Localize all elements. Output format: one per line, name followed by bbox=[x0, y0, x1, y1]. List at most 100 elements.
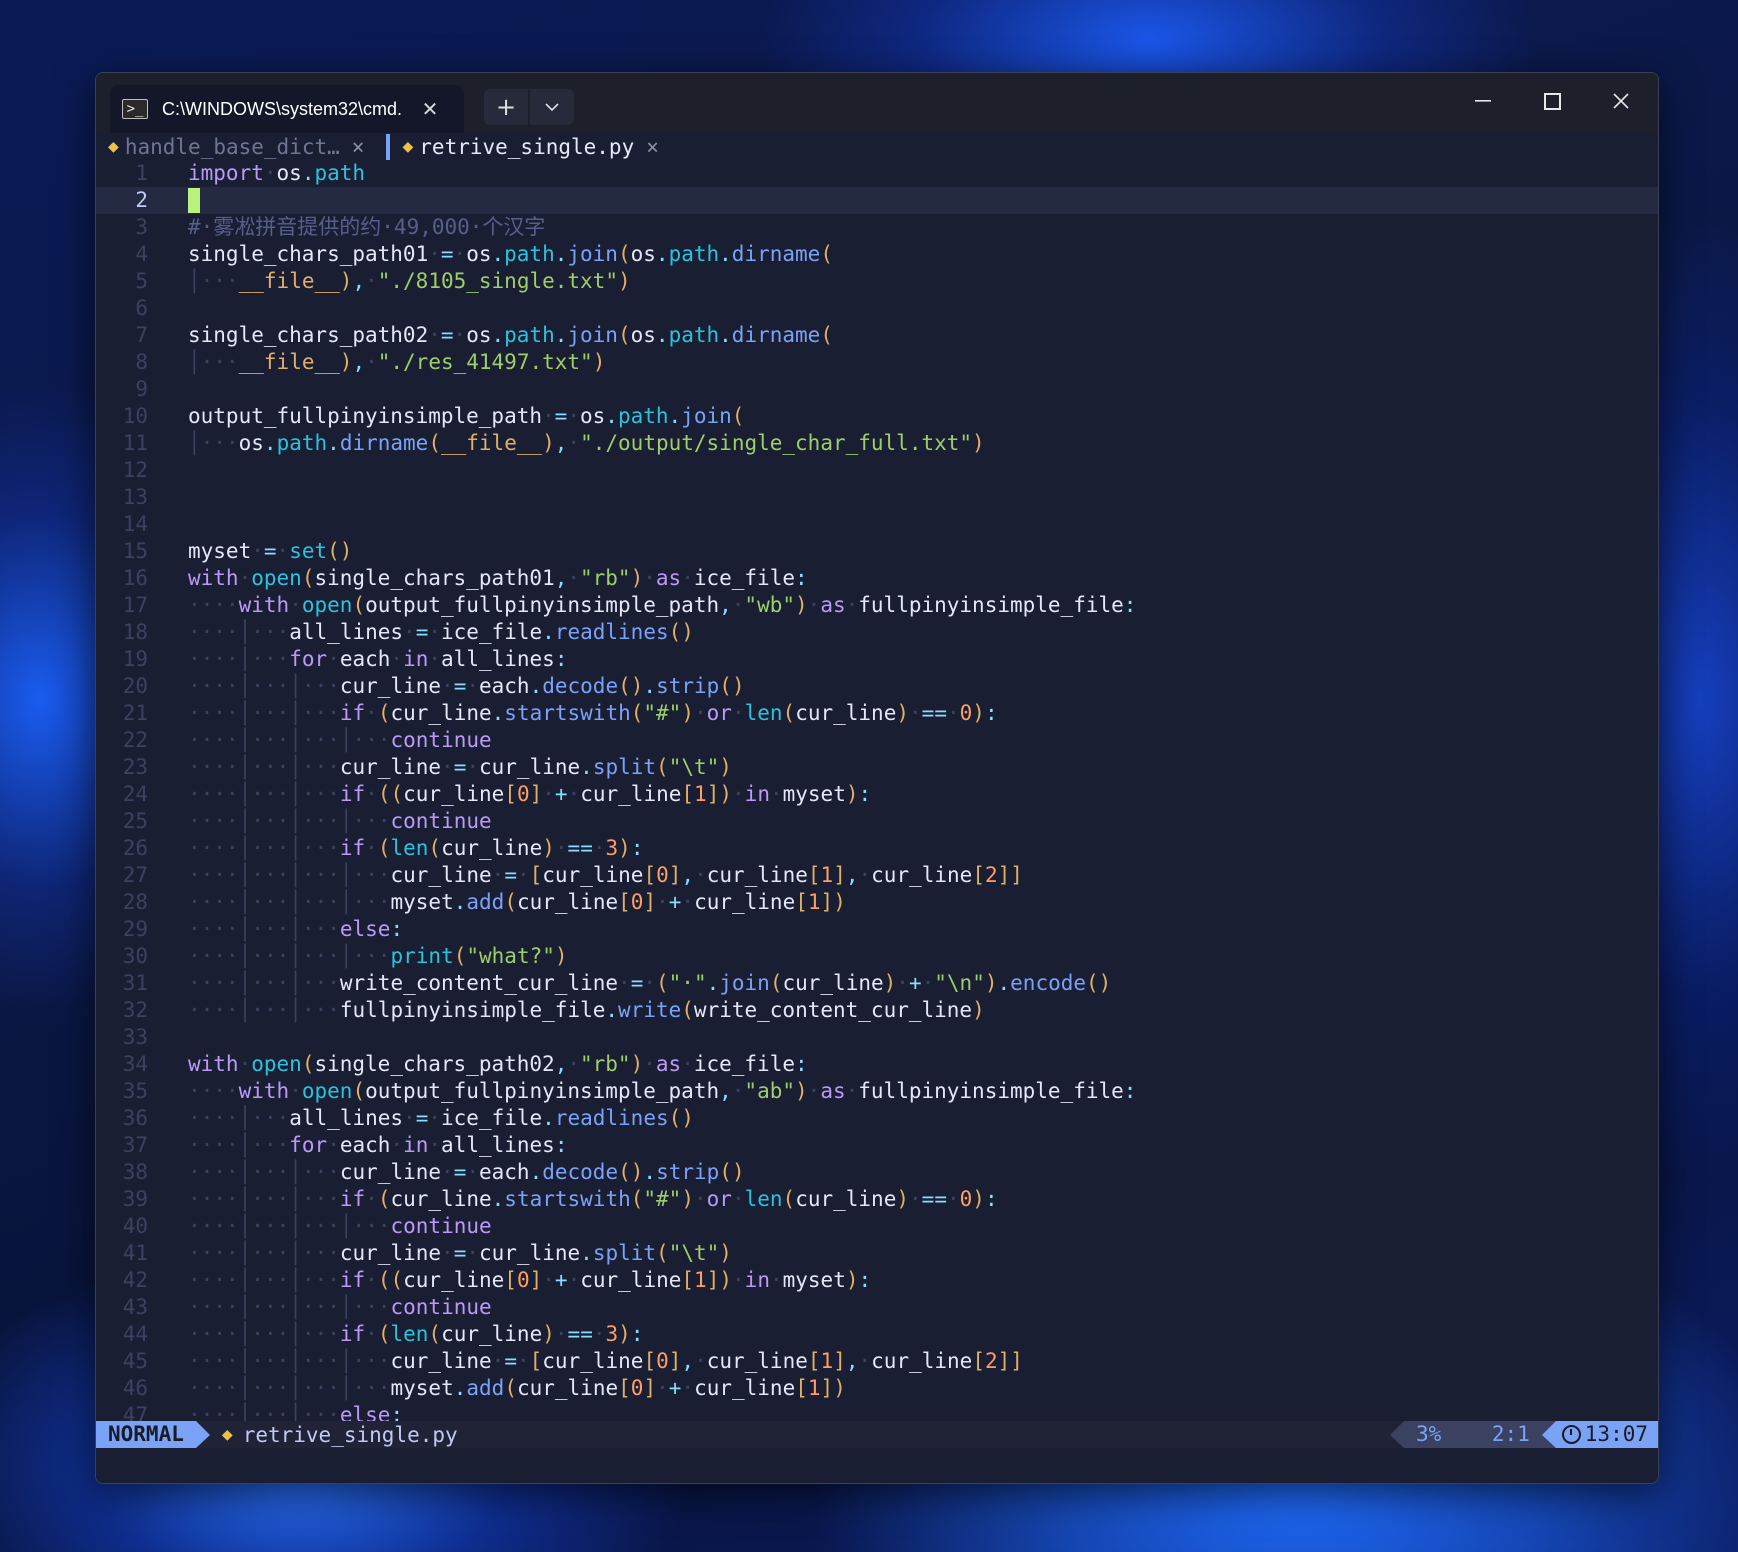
code-line[interactable]: 38 ····│···│···cur_line·=·each.decode().s… bbox=[96, 1159, 1658, 1186]
code-line[interactable]: 13 bbox=[96, 484, 1658, 511]
new-tab-button[interactable]: + bbox=[484, 89, 528, 125]
line-number: 8 bbox=[135, 350, 148, 374]
line-number: 41 bbox=[122, 1241, 148, 1265]
code-line[interactable]: 24 ····│···│···if·((cur_line[0]·+·cur_lin… bbox=[96, 781, 1658, 808]
code-line[interactable]: 37 ····│···for·each·in·all_lines: bbox=[96, 1132, 1658, 1159]
code-line[interactable]: 7 single_chars_path02·=·os.path.join(os.p… bbox=[96, 322, 1658, 349]
line-number: 35 bbox=[122, 1079, 148, 1103]
line-number: 37 bbox=[122, 1133, 148, 1157]
code-line[interactable]: 8 │···__file__),·"./res_41497.txt") bbox=[96, 349, 1658, 376]
cursor-position: 3% 2:1 bbox=[1403, 1421, 1542, 1448]
line-number: 34 bbox=[122, 1052, 148, 1076]
code-line[interactable]: 34 with·open(single_chars_path02,·"rb")·a… bbox=[96, 1051, 1658, 1078]
code-line[interactable]: 36 ····│···all_lines·=·ice_file.readlines… bbox=[96, 1105, 1658, 1132]
code-editor[interactable]: 1 import·os.path 2 3 #·雾凇拼音提供的约·49,000·个汉字 4 s… bbox=[96, 160, 1658, 1429]
code-line[interactable]: 30 ····│···│···│···print("what?") bbox=[96, 943, 1658, 970]
code-text: ····│···│···cur_line·=·each.decode().str… bbox=[188, 674, 745, 698]
code-line[interactable]: 35 ····with·open(output_fullpinyinsimple_… bbox=[96, 1078, 1658, 1105]
clock: 13:07 bbox=[1555, 1421, 1658, 1448]
code-line[interactable]: 40 ····│···│···│···continue bbox=[96, 1213, 1658, 1240]
tab-cmd[interactable]: >_ C:\WINDOWS\system32\cmd. ✕ bbox=[110, 85, 464, 133]
code-text: with·open(single_chars_path01,·"rb")·as·… bbox=[188, 566, 808, 590]
clock-time: 13:07 bbox=[1584, 1422, 1648, 1446]
close-icon bbox=[1613, 93, 1629, 109]
close-buffer-icon[interactable]: × bbox=[352, 135, 365, 159]
maximize-button[interactable] bbox=[1518, 81, 1586, 121]
code-text: ····│···│···else: bbox=[188, 917, 404, 941]
minimize-button[interactable] bbox=[1449, 81, 1517, 121]
code-text: ····│···│···if·(len(cur_line)·==·3): bbox=[188, 1322, 644, 1346]
code-line[interactable]: 25 ····│···│···│···continue bbox=[96, 808, 1658, 835]
line-number: 13 bbox=[122, 485, 148, 509]
buffer-line: ◆ handle_base_dict… × ◆ retrive_single.p… bbox=[96, 133, 1658, 160]
code-line[interactable]: 12 bbox=[96, 457, 1658, 484]
code-text: output_fullpinyinsimple_path·=·os.path.j… bbox=[188, 404, 745, 428]
title-bar[interactable]: >_ C:\WINDOWS\system32\cmd. ✕ + bbox=[96, 73, 1658, 133]
code-line[interactable]: 46 ····│···│···│···myset.add(cur_line[0]·… bbox=[96, 1375, 1658, 1402]
mode-indicator: NORMAL bbox=[96, 1421, 196, 1448]
code-line[interactable]: 31 ····│···│···write_content_cur_line·=·(… bbox=[96, 970, 1658, 997]
code-line[interactable]: 29 ····│···│···else: bbox=[96, 916, 1658, 943]
code-line[interactable]: 16 with·open(single_chars_path01,·"rb")·a… bbox=[96, 565, 1658, 592]
close-buffer-icon[interactable]: × bbox=[646, 135, 659, 159]
code-line[interactable]: 3 #·雾凇拼音提供的约·49,000·个汉字 bbox=[96, 214, 1658, 241]
code-line[interactable]: 23 ····│···│···cur_line·=·cur_line.split(… bbox=[96, 754, 1658, 781]
code-line[interactable]: 14 bbox=[96, 511, 1658, 538]
line-number: 18 bbox=[122, 620, 148, 644]
code-line[interactable]: 2 bbox=[96, 187, 1658, 214]
code-line[interactable]: 26 ····│···│···if·(len(cur_line)·==·3): bbox=[96, 835, 1658, 862]
tab-dropdown-button[interactable] bbox=[530, 89, 574, 125]
mode-separator bbox=[195, 1421, 210, 1448]
code-text: single_chars_path01·=·os.path.join(os.pa… bbox=[188, 242, 833, 266]
minimize-icon bbox=[1475, 100, 1491, 102]
code-line[interactable]: 44 ····│···│···if·(len(cur_line)·==·3): bbox=[96, 1321, 1658, 1348]
line-number: 3 bbox=[135, 215, 148, 239]
code-line[interactable]: 18 ····│···all_lines·=·ice_file.readlines… bbox=[96, 619, 1658, 646]
code-line[interactable]: 45 ····│···│···│···cur_line·=·[cur_line[0… bbox=[96, 1348, 1658, 1375]
code-line[interactable]: 5 │···__file__),·"./8105_single.txt") bbox=[96, 268, 1658, 295]
code-line[interactable]: 22 ····│···│···│···continue bbox=[96, 727, 1658, 754]
code-line[interactable]: 4 single_chars_path01·=·os.path.join(os.p… bbox=[96, 241, 1658, 268]
code-text: │···os.path.dirname(__file__),·"./output… bbox=[188, 431, 985, 455]
code-text: ····│···│···│···myset.add(cur_line[0]·+·… bbox=[188, 890, 846, 914]
line-number: 26 bbox=[122, 836, 148, 860]
code-text: ····│···│···│···continue bbox=[188, 809, 492, 833]
code-line[interactable]: 39 ····│···│···if·(cur_line.startswith("#… bbox=[96, 1186, 1658, 1213]
line-number: 4 bbox=[135, 242, 148, 266]
code-line[interactable]: 28 ····│···│···│···myset.add(cur_line[0]·… bbox=[96, 889, 1658, 916]
code-line[interactable]: 15 myset·=·set() bbox=[96, 538, 1658, 565]
line-number: 22 bbox=[122, 728, 148, 752]
code-line[interactable]: 17 ····with·open(output_fullpinyinsimple_… bbox=[96, 592, 1658, 619]
code-line[interactable]: 6 bbox=[96, 295, 1658, 322]
code-line[interactable]: 19 ····│···for·each·in·all_lines: bbox=[96, 646, 1658, 673]
terminal-window: >_ C:\WINDOWS\system32\cmd. ✕ + ◆ handle… bbox=[95, 72, 1659, 1484]
line-number: 14 bbox=[122, 512, 148, 536]
code-line[interactable]: 27 ····│···│···│···cur_line·=·[cur_line[0… bbox=[96, 862, 1658, 889]
close-tab-icon[interactable]: ✕ bbox=[418, 97, 442, 121]
code-line[interactable]: 10 output_fullpinyinsimple_path·=·os.path… bbox=[96, 403, 1658, 430]
code-line[interactable]: 9 bbox=[96, 376, 1658, 403]
line-number: 15 bbox=[122, 539, 148, 563]
buffer-tab-retrive-single[interactable]: ◆ retrive_single.py × bbox=[390, 133, 658, 160]
code-line[interactable]: 11 │···os.path.dirname(__file__),·"./outp… bbox=[96, 430, 1658, 457]
code-line[interactable]: 41 ····│···│···cur_line·=·cur_line.split(… bbox=[96, 1240, 1658, 1267]
code-text: ····│···for·each·in·all_lines: bbox=[188, 647, 568, 671]
close-window-button[interactable] bbox=[1587, 81, 1655, 121]
code-text: ····│···all_lines·=·ice_file.readlines() bbox=[188, 1106, 694, 1130]
code-line[interactable]: 32 ····│···│···fullpinyinsimple_file.writ… bbox=[96, 997, 1658, 1024]
code-line[interactable]: 21 ····│···│···if·(cur_line.startswith("#… bbox=[96, 700, 1658, 727]
buffer-tab-handle-base-dict[interactable]: ◆ handle_base_dict… × bbox=[96, 133, 364, 160]
code-text: │···__file__),·"./8105_single.txt") bbox=[188, 269, 631, 293]
code-line[interactable]: 43 ····│···│···│···continue bbox=[96, 1294, 1658, 1321]
status-right: 3% 2:1 13:07 bbox=[1389, 1421, 1658, 1448]
code-text: ····│···│···│···continue bbox=[188, 728, 492, 752]
code-line[interactable]: 20 ····│···│···cur_line·=·each.decode().s… bbox=[96, 673, 1658, 700]
code-text: ····with·open(output_fullpinyinsimple_pa… bbox=[188, 593, 1137, 617]
code-line[interactable]: 1 import·os.path bbox=[96, 160, 1658, 187]
code-text: import·os.path bbox=[188, 161, 366, 185]
code-text: ····│···│···│···cur_line·=·[cur_line[0],… bbox=[188, 863, 1023, 887]
code-line[interactable]: 33 bbox=[96, 1024, 1658, 1051]
terminal-content[interactable]: ◆ handle_base_dict… × ◆ retrive_single.p… bbox=[96, 133, 1658, 1483]
tab-title: C:\WINDOWS\system32\cmd. bbox=[162, 98, 403, 119]
code-line[interactable]: 42 ····│···│···if·((cur_line[0]·+·cur_lin… bbox=[96, 1267, 1658, 1294]
